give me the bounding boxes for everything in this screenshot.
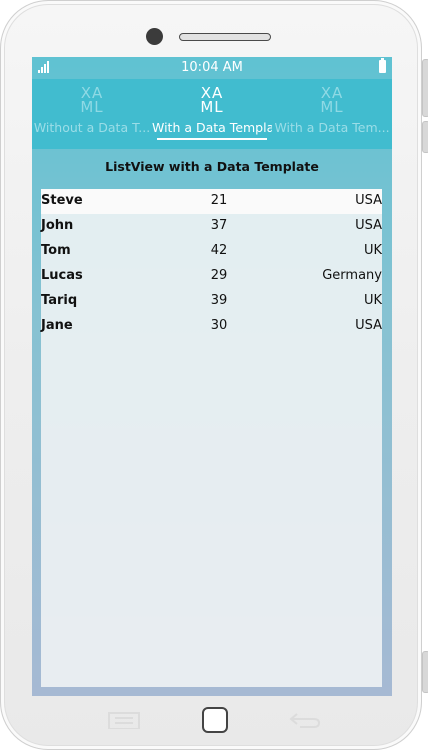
speaker [179,33,271,41]
home-icon[interactable] [201,706,229,734]
people-listview[interactable]: Steve 21 USA John 37 USA Tom 42 UK Lucas… [41,189,382,687]
tab-label: With a Data Templa [152,120,272,135]
person-age: 29 [210,268,228,283]
person-name: Tom [41,243,71,258]
status-bar: 10:04 AM [32,57,392,79]
person-country: USA [355,318,382,333]
person-age: 30 [210,318,228,333]
tab-with-data-template-2[interactable]: XA ML With a Data Tem... [272,79,392,149]
tab-label: Without a Data T... [33,120,151,135]
tab-label: With a Data Tem... [274,120,390,135]
person-country: UK [363,243,382,258]
status-time: 10:04 AM [181,60,243,75]
person-country: USA [355,193,382,208]
person-name: Jane [41,318,73,333]
tab-without-data-template[interactable]: XA ML Without a Data T... [32,79,152,149]
person-name: Steve [41,193,83,208]
xaml-icon: XA ML [200,84,224,116]
tab-indicator [157,138,267,140]
list-item[interactable]: Tariq 39 UK [41,289,382,314]
person-name: Lucas [41,268,83,283]
phone-frame: 10:04 AM XA ML Without a Data T... XA ML W… [0,0,428,750]
list-item[interactable]: Steve 21 USA [41,189,382,214]
list-item[interactable]: John 37 USA [41,214,382,239]
list-item[interactable]: Tom 42 UK [41,239,382,264]
tab-bar: XA ML Without a Data T... XA ML With a Dat… [32,79,392,149]
page-title: ListView with a Data Template [105,159,319,174]
person-age: 42 [210,243,228,258]
recent-apps-icon[interactable] [107,711,141,729]
xaml-icon: XA ML [320,84,344,116]
person-age: 39 [210,293,228,308]
back-icon[interactable] [288,711,322,729]
person-country: Germany [322,268,382,283]
volume-down-button [422,651,428,693]
camera [146,28,163,45]
list-item[interactable]: Lucas 29 Germany [41,264,382,289]
xaml-icon: XA ML [80,84,104,116]
volume-button [422,121,428,153]
screen: 10:04 AM XA ML Without a Data T... XA ML W… [32,57,392,696]
person-country: USA [355,218,382,233]
person-age: 37 [210,218,228,233]
person-name: John [41,218,74,233]
person-country: UK [363,293,382,308]
power-button [422,59,428,117]
list-item[interactable]: Jane 30 USA [41,314,382,339]
battery-icon [379,58,386,73]
person-name: Tariq [41,293,78,308]
person-age: 21 [210,193,228,208]
